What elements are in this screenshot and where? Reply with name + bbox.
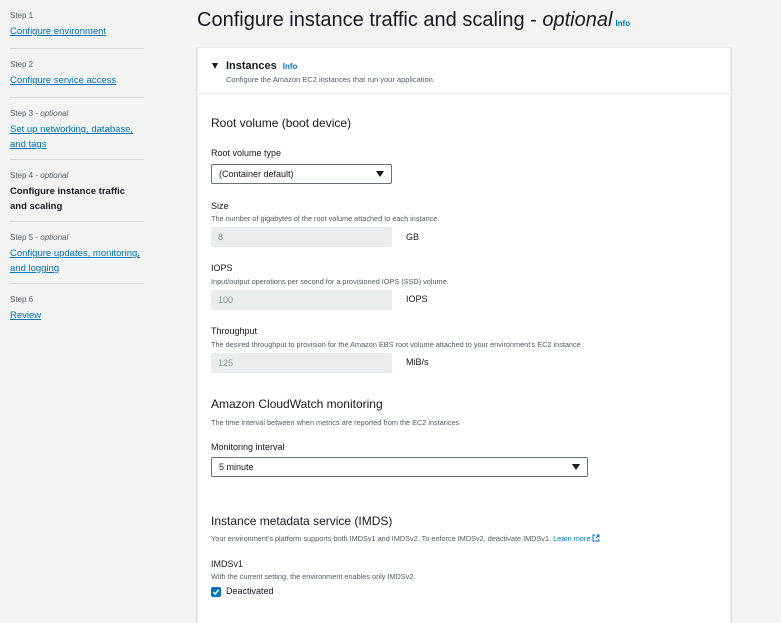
- page-title-text: Configure instance traffic and scaling -: [197, 9, 543, 31]
- throughput-label: Throughput: [211, 326, 258, 336]
- monitoring-interval-label: Monitoring interval: [211, 442, 285, 452]
- step-2: Step 2 Configure service access: [10, 49, 144, 98]
- size-description: The number of gigabytes of the root volu…: [211, 214, 440, 223]
- step-link-review[interactable]: Review: [10, 308, 144, 323]
- iops-unit: IOPS: [406, 294, 428, 304]
- step-6: Step 6 Review: [10, 284, 144, 332]
- iops-label: IOPS: [211, 263, 233, 273]
- external-link-icon[interactable]: [592, 534, 600, 544]
- step-label: Step 6: [10, 295, 34, 304]
- instances-info-link[interactable]: Info: [283, 62, 298, 71]
- page-title: Configure instance traffic and scaling -…: [197, 9, 630, 32]
- imds-description: Your environment's platform supports bot…: [211, 534, 600, 544]
- step-3: Step 3 - optional Set up networking, dat…: [10, 98, 144, 160]
- imds-description-text: Your environment's platform supports bot…: [211, 534, 552, 543]
- imdsv1-checkbox-label[interactable]: Deactivated: [226, 586, 274, 596]
- instances-panel-header: Instances Info Configure the Amazon EC2 …: [198, 48, 730, 94]
- page-info-link[interactable]: Info: [615, 19, 630, 28]
- step-label: Step 1: [10, 11, 34, 20]
- root-volume-heading: Root volume (boot device): [211, 116, 352, 130]
- root-volume-type-value: (Container default): [219, 169, 294, 179]
- wizard-steps-nav: Step 1 Configure environment Step 2 Conf…: [10, 0, 144, 332]
- size-label: Size: [211, 201, 229, 211]
- step-label: Step 4 - optional: [10, 171, 69, 180]
- iops-description: Input/output operations per second for a…: [211, 277, 449, 286]
- imdsv1-checkbox[interactable]: [211, 587, 221, 597]
- instances-description: Configure the Amazon EC2 instances that …: [226, 75, 435, 84]
- step-label: Step 2: [10, 60, 34, 69]
- monitoring-interval-value: 5 minute: [219, 462, 254, 472]
- size-unit: GB: [406, 232, 420, 242]
- imdsv1-label: IMDSv1: [211, 559, 244, 569]
- step-1: Step 1 Configure environment: [10, 0, 144, 49]
- instances-title[interactable]: Instances: [226, 60, 277, 72]
- step-link-networking[interactable]: Set up networking, database, and tags: [10, 122, 144, 152]
- check-icon: [212, 589, 220, 596]
- cloudwatch-description: The time interval between when metrics a…: [211, 418, 460, 427]
- caret-down-icon[interactable]: [212, 63, 218, 69]
- throughput-input: 125: [211, 353, 392, 373]
- caret-down-icon: [376, 171, 384, 177]
- step-5: Step 5 - optional Configure updates, mon…: [10, 222, 144, 284]
- size-input: 8: [211, 227, 392, 247]
- imdsv1-description: With the current setting, the environmen…: [211, 572, 416, 581]
- step-link-updates-monitoring[interactable]: Configure updates, monitoring, and loggi…: [10, 246, 144, 276]
- cloudwatch-heading: Amazon CloudWatch monitoring: [211, 397, 383, 411]
- root-volume-type-select[interactable]: (Container default): [211, 164, 392, 184]
- throughput-unit: MiB/s: [406, 357, 429, 367]
- throughput-description: The desired throughput to provision for …: [211, 340, 581, 349]
- instances-panel: Instances Info Configure the Amazon EC2 …: [197, 47, 731, 623]
- step-label: Step 5 - optional: [10, 233, 69, 242]
- root-volume-type-label: Root volume type: [211, 148, 282, 158]
- monitoring-interval-select[interactable]: 5 minute: [211, 457, 588, 477]
- imds-heading: Instance metadata service (IMDS): [211, 514, 393, 528]
- caret-down-icon: [572, 464, 580, 470]
- step-link-configure-environment[interactable]: Configure environment: [10, 24, 144, 39]
- step-current-instance-traffic: Configure instance traffic and scaling: [10, 186, 126, 212]
- iops-input: 100: [211, 290, 392, 310]
- step-label: Step 3 - optional: [10, 109, 69, 118]
- learn-more-link[interactable]: Learn more: [553, 534, 590, 543]
- step-link-configure-service-access[interactable]: Configure service access: [10, 73, 144, 88]
- step-4: Step 4 - optional Configure instance tra…: [10, 160, 144, 222]
- page-title-optional: optional: [542, 9, 613, 31]
